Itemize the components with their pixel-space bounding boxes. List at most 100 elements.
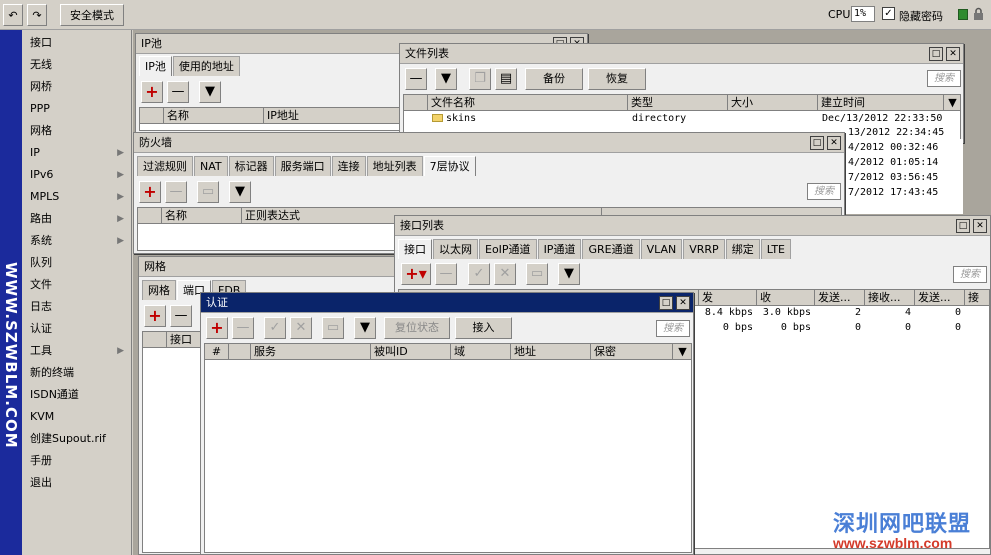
col-secret[interactable]: 保密 <box>591 344 673 360</box>
restore-button[interactable]: 恢复 <box>588 68 646 90</box>
col-tx[interactable]: 发 <box>699 290 757 306</box>
col-file-name[interactable]: 文件名称 <box>428 95 628 111</box>
filter-icon[interactable]: ▼ <box>354 317 376 339</box>
col-type[interactable]: 类型 <box>628 95 728 111</box>
col-tx-packets[interactable]: 发送... <box>815 290 865 306</box>
tab[interactable]: LTE <box>760 239 791 259</box>
access-button[interactable]: 接入 <box>455 317 512 339</box>
find-input[interactable]: 搜索 <box>656 320 690 337</box>
col-domain[interactable]: 域 <box>451 344 511 360</box>
comment-icon[interactable]: ▭ <box>322 317 344 339</box>
nav-item[interactable]: 文件 <box>22 274 132 296</box>
restore-icon[interactable]: □ <box>956 219 970 233</box>
tab[interactable]: IP通道 <box>537 239 582 259</box>
nav-item[interactable]: ISDN通道 <box>22 384 132 406</box>
find-input[interactable]: 搜索 <box>953 266 987 283</box>
hide-passwords-checkbox[interactable]: ✓ <box>882 7 895 20</box>
disable-icon[interactable]: ✕ <box>494 263 516 285</box>
comment-icon[interactable]: ▭ <box>526 263 548 285</box>
tab[interactable]: VLAN <box>640 239 683 259</box>
close-icon[interactable]: ✕ <box>946 47 960 61</box>
find-input[interactable]: 搜索 <box>807 183 841 200</box>
close-icon[interactable]: ✕ <box>676 296 690 310</box>
tab[interactable]: 接口 <box>398 239 432 259</box>
tab[interactable]: NAT <box>194 156 228 176</box>
add-icon[interactable]: + <box>141 81 163 103</box>
add-dropdown-icon[interactable]: +▾ <box>401 263 431 285</box>
nav-item[interactable]: MPLS ▶ <box>22 186 132 208</box>
filter-icon[interactable]: ▼ <box>558 263 580 285</box>
remove-icon[interactable]: — <box>167 81 189 103</box>
filter-icon[interactable]: ▼ <box>199 81 221 103</box>
safe-mode-button[interactable]: 安全模式 <box>60 4 124 26</box>
nav-item[interactable]: IP ▶ <box>22 142 132 164</box>
remove-icon[interactable]: — <box>165 181 187 203</box>
reset-state-button[interactable]: 复位状态 <box>384 317 450 339</box>
col-name[interactable]: 名称 <box>164 108 264 124</box>
close-icon[interactable]: ✕ <box>973 219 987 233</box>
remove-icon[interactable]: — <box>435 263 457 285</box>
nav-item[interactable]: PPP <box>22 98 132 120</box>
disable-icon[interactable]: ✕ <box>290 317 312 339</box>
tab[interactable]: 绑定 <box>725 239 760 259</box>
nav-item[interactable]: 无线 <box>22 54 132 76</box>
tab[interactable]: 服务端口 <box>274 156 331 176</box>
copy-icon[interactable]: ❐ <box>469 68 491 90</box>
find-input[interactable]: 搜索 <box>927 70 961 87</box>
restore-icon[interactable]: □ <box>929 47 943 61</box>
nav-item[interactable]: 创建Supout.rif <box>22 428 132 450</box>
close-icon[interactable]: ✕ <box>827 136 841 150</box>
paste-icon[interactable]: ▤ <box>495 68 517 90</box>
add-icon[interactable]: + <box>144 305 166 327</box>
remove-icon[interactable]: — <box>170 305 192 327</box>
nav-item[interactable]: 新的终端 <box>22 362 132 384</box>
nav-item[interactable]: 路由 ▶ <box>22 208 132 230</box>
col-service[interactable]: 服务 <box>251 344 371 360</box>
filter-icon[interactable]: ▼ <box>435 68 457 90</box>
tab-used-addresses[interactable]: 使用的地址 <box>172 56 240 76</box>
redo-icon[interactable]: ↷ <box>27 4 47 26</box>
tab-ip-pool[interactable]: IP池 <box>139 56 172 76</box>
nav-item[interactable]: 日志 <box>22 296 132 318</box>
remove-icon[interactable]: — <box>405 68 427 90</box>
col-rx[interactable]: 收 <box>757 290 815 306</box>
add-icon[interactable]: + <box>206 317 228 339</box>
enable-icon[interactable]: ✓ <box>468 263 490 285</box>
restore-icon[interactable]: □ <box>659 296 673 310</box>
nav-item[interactable]: 工具 ▶ <box>22 340 132 362</box>
file-row-name[interactable]: skins <box>432 112 476 127</box>
nav-item[interactable]: 系统 ▶ <box>22 230 132 252</box>
col-size[interactable]: 大小 <box>728 95 818 111</box>
backup-button[interactable]: 备份 <box>525 68 583 90</box>
comment-icon[interactable]: ▭ <box>197 181 219 203</box>
tab[interactable]: GRE通道 <box>582 239 640 259</box>
add-icon[interactable]: + <box>139 181 161 203</box>
nav-item[interactable]: 网桥 <box>22 76 132 98</box>
column-menu-icon[interactable]: ▼ <box>673 344 691 360</box>
column-menu-icon[interactable]: ▼ <box>944 95 960 111</box>
nav-item[interactable]: 网格 <box>22 120 132 142</box>
tab[interactable]: 连接 <box>331 156 366 176</box>
col-address[interactable]: 地址 <box>511 344 591 360</box>
col-name[interactable]: 名称 <box>162 208 242 224</box>
tab[interactable]: 以太网 <box>433 239 478 259</box>
col-rx-packets[interactable]: 接收... <box>865 290 915 306</box>
tab[interactable]: 过滤规则 <box>137 156 193 176</box>
tab[interactable]: 7层协议 <box>423 156 476 176</box>
col-called-id[interactable]: 被叫ID <box>371 344 451 360</box>
col-created[interactable]: 建立时间 <box>818 95 944 111</box>
nav-item[interactable]: 退出 <box>22 472 132 494</box>
undo-icon[interactable]: ↶ <box>3 4 23 26</box>
nav-item[interactable]: IPv6 ▶ <box>22 164 132 186</box>
tab[interactable]: VRRP <box>683 239 725 259</box>
tab-mesh[interactable]: 网格 <box>142 280 176 300</box>
col-rx-drops[interactable]: 接 <box>965 290 989 306</box>
nav-item[interactable]: KVM <box>22 406 132 428</box>
remove-icon[interactable]: — <box>232 317 254 339</box>
col-tx-drops[interactable]: 发送... <box>915 290 965 306</box>
filter-icon[interactable]: ▼ <box>229 181 251 203</box>
nav-item[interactable]: 认证 <box>22 318 132 340</box>
tab[interactable]: EoIP通道 <box>479 239 537 259</box>
enable-icon[interactable]: ✓ <box>264 317 286 339</box>
tab[interactable]: 地址列表 <box>366 156 423 176</box>
